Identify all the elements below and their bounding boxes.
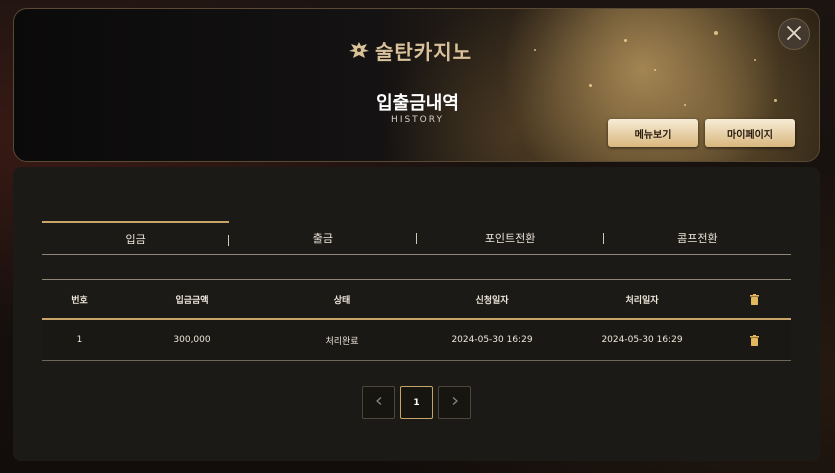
header-requested-date: 신청일자 [475, 295, 509, 306]
tab-label: 포인트전환 [484, 232, 536, 245]
tab-withdraw[interactable]: 출금 [229, 221, 417, 255]
logo-text: 술탄카지노 [375, 40, 472, 64]
tab-label: 입금 [125, 233, 146, 246]
pagination: 1 [362, 386, 471, 419]
page-subtitle: HISTORY [391, 115, 444, 125]
sparkle [624, 39, 627, 42]
next-page-button[interactable] [438, 386, 471, 419]
header-processed-date: 처리일자 [625, 295, 659, 306]
chevron-left-icon [375, 397, 382, 408]
prev-page-button[interactable] [362, 386, 395, 419]
row-requested-date: 2024-05-30 16:29 [451, 335, 533, 345]
row-no: 1 [76, 335, 83, 345]
sparkle [534, 49, 536, 51]
chevron-right-icon [452, 397, 458, 408]
delete-all-button[interactable] [717, 293, 791, 305]
page-button-current[interactable]: 1 [400, 386, 433, 419]
table-row: 1 300,000 처리완료 2024-05-30 16:29 2024-05-… [42, 320, 791, 361]
header-amount: 입금금액 [175, 295, 209, 306]
sparkle [714, 31, 718, 35]
tab-deposit[interactable]: 입금 [42, 221, 230, 255]
trash-icon [749, 334, 759, 346]
eagle-emblem-icon [347, 39, 371, 63]
row-amount: 300,000 [173, 335, 211, 345]
delete-row-button[interactable] [717, 334, 791, 346]
menu-button[interactable]: 메뉴보기 [608, 119, 698, 147]
history-table: 번호 입금금액 상태 신청일자 처리일자 1 300,000 처리완료 2024… [42, 279, 791, 361]
header-status: 상태 [333, 295, 351, 306]
mypage-button[interactable]: 마이페이지 [705, 119, 795, 147]
trash-icon [749, 293, 759, 305]
history-panel: 입금 출금 포인트전환 콤프전환 번호 입금금액 상태 신청일자 처리일자 1 … [13, 167, 820, 461]
tab-comp-conversion[interactable]: 콤프전환 [604, 221, 791, 255]
close-icon [787, 25, 801, 44]
sparkle [754, 59, 756, 61]
close-button[interactable] [778, 18, 810, 50]
site-logo[interactable]: 술탄카지노 [347, 36, 472, 65]
page-title: 입출금내역 [376, 93, 459, 114]
row-status: 처리완료 [325, 336, 359, 347]
sparkle [589, 84, 592, 87]
row-processed-date: 2024-05-30 16:29 [601, 335, 683, 345]
tab-label: 콤프전환 [677, 232, 718, 245]
tab-point-conversion[interactable]: 포인트전환 [417, 221, 604, 255]
tab-label: 출금 [312, 232, 333, 245]
sparkle [654, 69, 656, 71]
history-banner: 술탄카지노 입출금내역 HISTORY 메뉴보기 마이페이지 [13, 8, 820, 162]
history-tabs: 입금 출금 포인트전환 콤프전환 [42, 221, 791, 255]
header-no: 번호 [71, 295, 88, 306]
table-header-row: 번호 입금금액 상태 신청일자 처리일자 [42, 280, 791, 320]
